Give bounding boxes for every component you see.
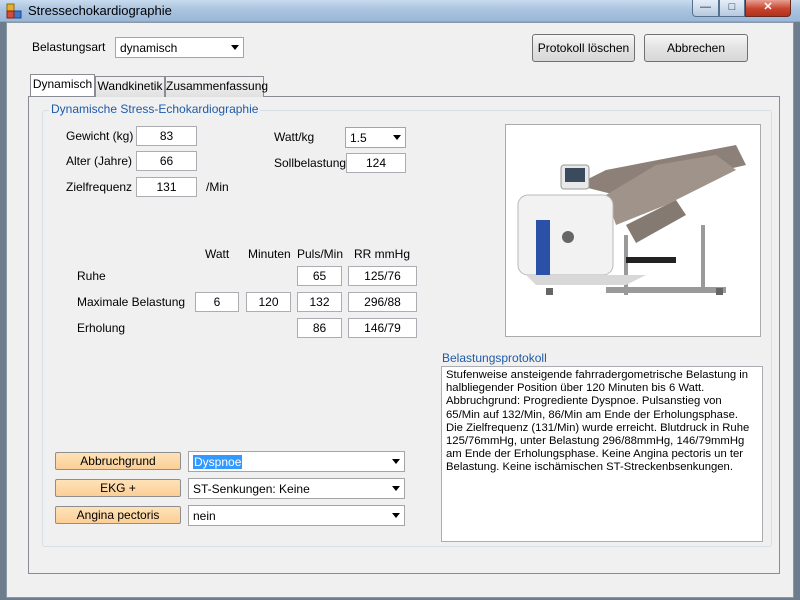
ekg-button[interactable]: EKG +	[55, 479, 181, 497]
max-puls-field[interactable]: 132	[297, 292, 342, 312]
wattkg-label: Watt/kg	[274, 130, 315, 144]
tab-dynamisch[interactable]: Dynamisch	[30, 74, 95, 96]
erholung-puls-field[interactable]: 86	[297, 318, 342, 338]
angina-value: nein	[193, 509, 216, 523]
protokoll-loeschen-button[interactable]: Protokoll löschen	[532, 34, 635, 62]
ruhe-rr-field[interactable]: 125/76	[348, 266, 417, 286]
row-ruhe-label: Ruhe	[77, 269, 106, 283]
abbruchgrund-value: Dyspnoe	[193, 455, 243, 469]
alter-label: Alter (Jahre)	[66, 154, 133, 168]
couch-illustration	[517, 145, 746, 295]
couch-image	[505, 124, 761, 337]
header-puls: Puls/Min	[297, 247, 344, 261]
title-bar: Stressechokardiographie — □ ✕	[0, 0, 800, 22]
erholung-rr-field[interactable]: 146/79	[348, 318, 417, 338]
ekg-value: ST-Senkungen: Keine	[193, 482, 310, 496]
group-title: Dynamische Stress-Echokardiographie	[49, 102, 261, 116]
header-watt: Watt	[205, 247, 230, 261]
sollbelastung-label: Sollbelastung	[274, 156, 347, 170]
tab-zusammenfassung[interactable]: Zusammenfassung	[165, 76, 268, 97]
belastungsart-label: Belastungsart	[32, 40, 106, 54]
zielfrequenz-unit: /Min	[206, 180, 229, 194]
zielfrequenz-field[interactable]: 131	[136, 177, 197, 197]
protokoll-label: Belastungsprotokoll	[442, 351, 547, 365]
angina-select[interactable]: nein	[188, 505, 405, 526]
chevron-down-icon	[392, 513, 400, 518]
row-erholung-label: Erholung	[77, 321, 126, 335]
max-rr-field[interactable]: 296/88	[348, 292, 417, 312]
chevron-down-icon	[393, 135, 401, 140]
row-max-label: Maximale Belastung	[77, 295, 186, 309]
chevron-down-icon	[392, 486, 400, 491]
header-rr: RR mmHg	[354, 247, 410, 261]
gewicht-field[interactable]: 83	[136, 126, 197, 146]
app-icon	[6, 3, 22, 19]
minimize-icon[interactable]: —	[692, 0, 719, 17]
max-watt-field[interactable]: 6	[195, 292, 239, 312]
belastungsart-value: dynamisch	[120, 41, 178, 55]
alter-field[interactable]: 66	[136, 151, 197, 171]
maximize-icon[interactable]: □	[719, 0, 745, 17]
protokoll-textarea[interactable]: Stufenweise ansteigende fahrradergometri…	[441, 366, 763, 542]
ruhe-puls-field[interactable]: 65	[297, 266, 342, 286]
max-minuten-field[interactable]: 120	[246, 292, 291, 312]
header-minuten: Minuten	[248, 247, 291, 261]
sollbelastung-field[interactable]: 124	[346, 153, 406, 173]
wattkg-select[interactable]: 1.5	[345, 127, 406, 148]
chevron-down-icon	[231, 45, 239, 50]
close-icon[interactable]: ✕	[745, 0, 791, 17]
window-title: Stressechokardiographie	[28, 3, 172, 18]
zielfrequenz-label: Zielfrequenz	[66, 180, 133, 194]
angina-button[interactable]: Angina pectoris	[55, 506, 181, 524]
gewicht-label: Gewicht (kg)	[66, 129, 134, 143]
ekg-select[interactable]: ST-Senkungen: Keine	[188, 478, 405, 499]
abbruchgrund-button[interactable]: Abbruchgrund	[55, 452, 181, 470]
tab-wandkinetik[interactable]: Wandkinetik	[95, 76, 165, 97]
belastungsart-select[interactable]: dynamisch	[115, 37, 244, 58]
abbruchgrund-select[interactable]: Dyspnoe	[188, 451, 405, 472]
chevron-down-icon	[392, 459, 400, 464]
abbrechen-button[interactable]: Abbrechen	[644, 34, 748, 62]
wattkg-value: 1.5	[350, 131, 367, 145]
